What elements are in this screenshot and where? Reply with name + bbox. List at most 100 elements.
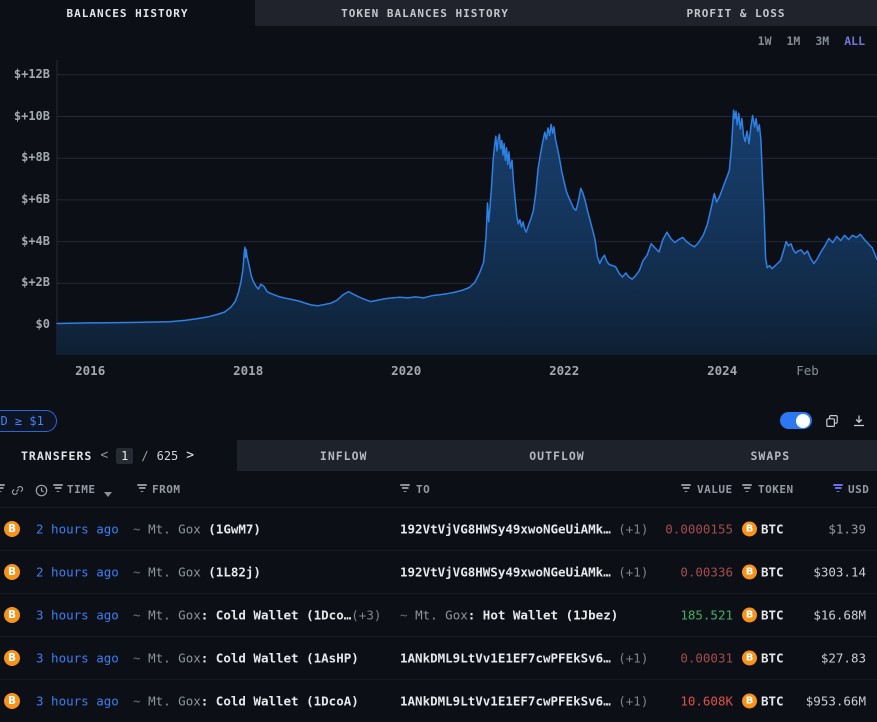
chart-area-series [57,110,877,355]
total-pages: 625 [157,449,179,463]
tab-inflow[interactable]: INFLOW [237,440,450,471]
time-cell[interactable]: 3 hours ago [36,608,119,623]
transfers-table-header: TIME FROM TO VALUE TOKEN USD [0,471,877,507]
filter-icon-from[interactable] [137,484,147,493]
download-icon[interactable] [852,414,866,428]
table-row[interactable]: B 3 hours ago ~ Mt. Gox: Cold Wallet (1Dco… [0,593,877,636]
y-tick-label: $+4B [0,234,50,248]
y-tick-label: $+10B [0,109,50,123]
time-cell[interactable]: 2 hours ago [36,565,119,580]
filter-icon-token[interactable] [742,484,752,493]
to-segment: (+1) [611,522,649,537]
y-tick-label: $+6B [0,192,50,206]
from-segment: ~ [133,651,148,666]
balance-history-chart[interactable] [0,0,877,400]
value-cell: 185.521 [680,608,733,623]
value-cell: 10.608K [680,694,733,709]
bitcoin-glyph: B [742,522,757,537]
chart-controls [780,412,866,429]
to-cell[interactable]: 192VtVjVG8HWSy49xwoNGeUiAMk… (+1) [400,565,648,580]
btc-token-icon: B [742,522,757,537]
from-segment: Mt. Gox [148,694,201,709]
filter-icon-time[interactable] [53,484,63,493]
filter-icon-to[interactable] [400,484,410,493]
time-cell[interactable]: 3 hours ago [36,694,119,709]
filter-icon[interactable] [0,484,5,493]
token-cell: BTC [761,522,784,537]
table-row[interactable]: B 2 hours ago ~ Mt. Gox (1GwM7) 192VtVjVG8H… [0,507,877,550]
table-row[interactable]: B 3 hours ago ~ Mt. Gox: Cold Wallet (1AsH… [0,636,877,679]
bitcoin-glyph: B [742,651,757,666]
tab-outflow[interactable]: OUTFLOW [450,440,663,471]
x-tick-label: 2024 [707,363,737,378]
y-tick-label: $+12B [0,67,50,81]
y-tick-label: $+2B [0,275,50,289]
transfers-table: B 2 hours ago ~ Mt. Gox (1GwM7) 192VtVjVG8H… [0,507,877,722]
token-cell: BTC [761,694,784,709]
to-cell[interactable]: 1ANkDML9LtVv1E1EF7cwPFEkSv6… (+1) [400,694,648,709]
filter-icon-value[interactable] [681,484,691,493]
to-cell[interactable]: 1ANkDML9LtVv1E1EF7cwPFEkSv6… (+1) [400,651,648,666]
header-to[interactable]: TO [416,483,430,496]
chart-toggle-switch[interactable] [780,412,812,429]
time-cell[interactable]: 3 hours ago [36,651,119,666]
btc-token-icon: B [742,651,757,666]
from-segment: ~ [133,608,148,623]
usd-cell: $16.68M [813,608,866,623]
x-tick-label: 2022 [549,363,579,378]
to-cell[interactable]: ~ Mt. Gox: Hot Wallet (1Jbez) [400,608,618,623]
to-segment: (+1) [611,565,649,580]
clock-icon[interactable] [35,484,48,497]
from-segment: Mt. Gox [148,522,208,537]
to-segment: (+1) [611,651,649,666]
page-separator: / [141,449,148,463]
to-segment: 192VtVjVG8HWSy49xwoNGeUiAMk… [400,522,611,537]
y-tick-label: $+8B [0,150,50,164]
from-segment: (1GwM7) [208,522,261,537]
x-tick-label: 2020 [391,363,421,378]
time-cell[interactable]: 2 hours ago [36,522,119,537]
x-tick-label: Feb [796,363,819,378]
current-page: 1 [116,448,133,464]
to-segment: ~ [400,608,415,623]
to-cell[interactable]: 192VtVjVG8HWSy49xwoNGeUiAMk… (+1) [400,522,648,537]
table-row[interactable]: B2 hours ago~ Mt. Gox (1L82j)192VtVjVG8H… [0,550,877,593]
to-segment: 192VtVjVG8HWSy49xwoNGeUiAMk… [400,565,611,580]
next-page-button[interactable]: > [186,448,194,463]
from-segment: (+3) [351,608,381,623]
chevron-down-icon[interactable] [104,487,112,500]
to-segment: 1ANkDML9LtVv1E1EF7cwPFEkSv6… [400,694,611,709]
token-cell: BTC [761,565,784,580]
header-token[interactable]: TOKEN [758,483,794,496]
transfers-pagination: TRANSFERS < 1 / 625 > [0,440,237,471]
from-cell[interactable]: ~ Mt. Gox (1GwM7) [133,522,261,537]
filter-icon-usd-active[interactable] [833,484,843,493]
btc-token-icon: B [4,607,20,623]
btc-token-icon: B [4,521,20,537]
from-cell[interactable]: ~ Mt. Gox: Cold Wallet (1AsHP) [133,651,359,666]
table-row[interactable]: B3 hours ago~ Mt. Gox: Cold Wallet (1Dco… [0,679,877,722]
value-cell: 0.00031 [680,651,733,666]
from-cell[interactable]: ~ Mt. Gox: Cold Wallet (1Dco…(+3) [133,608,381,623]
link-icon[interactable] [11,484,24,497]
from-segment: Mt. Gox [148,651,201,666]
transfers-title[interactable]: TRANSFERS [21,449,92,463]
header-usd[interactable]: USD [848,483,869,496]
from-cell[interactable]: ~ Mt. Gox: Cold Wallet (1DcoA) [133,694,359,709]
from-segment: Mt. Gox [148,565,208,580]
copy-icon[interactable] [825,414,839,428]
from-cell[interactable]: ~ Mt. Gox (1L82j) [133,565,261,580]
bitcoin-glyph: B [4,607,20,623]
from-segment: Mt. Gox [148,608,201,623]
prev-page-button[interactable]: < [100,448,108,463]
usd-filter-pill[interactable]: USD ≥ $1 [0,410,57,432]
transfers-tab-bar: TRANSFERS < 1 / 625 > INFLOW OUTFLOW SWA… [0,440,877,471]
usd-cell: $303.14 [813,565,866,580]
header-from[interactable]: FROM [152,483,181,496]
token-cell: BTC [761,608,784,623]
from-segment: ~ [133,565,148,580]
header-time[interactable]: TIME [67,483,96,496]
arkham-dashboard: BALANCES HISTORY TOKEN BALANCES HISTORY … [0,0,877,722]
header-value[interactable]: VALUE [697,483,733,496]
tab-swaps[interactable]: SWAPS [664,440,877,471]
